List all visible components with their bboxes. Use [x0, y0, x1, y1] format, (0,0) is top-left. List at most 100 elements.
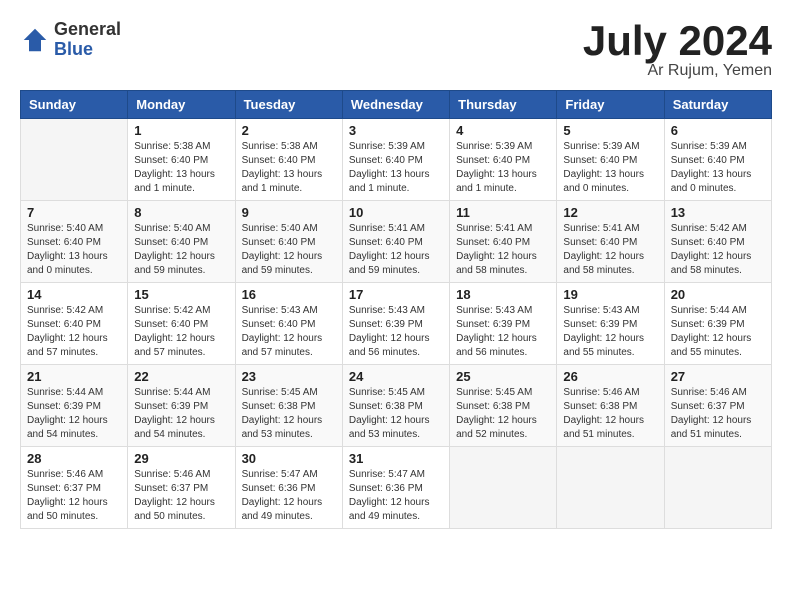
calendar-cell: 8Sunrise: 5:40 AM Sunset: 6:40 PM Daylig… [128, 201, 235, 283]
day-number: 28 [27, 451, 121, 466]
day-info: Sunrise: 5:44 AM Sunset: 6:39 PM Dayligh… [27, 386, 121, 442]
day-number: 30 [242, 451, 336, 466]
title-area: July 2024 Ar Rujum, Yemen [583, 20, 772, 80]
day-info: Sunrise: 5:46 AM Sunset: 6:38 PM Dayligh… [563, 386, 657, 442]
day-info: Sunrise: 5:42 AM Sunset: 6:40 PM Dayligh… [27, 304, 121, 360]
day-number: 6 [671, 123, 765, 138]
day-number: 3 [349, 123, 443, 138]
day-number: 26 [563, 369, 657, 384]
month-title: July 2024 [583, 20, 772, 62]
calendar-cell: 15 Sunrise: 5:42 AM Sunset: 6:40 PM Dayli… [128, 283, 235, 365]
day-number: 1 [134, 123, 228, 138]
day-number: 8 [134, 205, 228, 220]
calendar-cell: 10Sunrise: 5:41 AM Sunset: 6:40 PM Dayli… [342, 201, 449, 283]
day-header-wednesday: Wednesday [342, 91, 449, 119]
day-info: Sunrise: 5:43 AM Sunset: 6:39 PM Dayligh… [349, 304, 443, 360]
calendar-cell: 31 Sunrise: 5:47 AM Sunset: 6:36 PM Dayli… [342, 447, 449, 529]
day-number: 15 [134, 287, 228, 302]
day-info: Sunrise: 5:41 AM Sunset: 6:40 PM Dayligh… [349, 222, 443, 278]
logo-text: General Blue [54, 20, 121, 60]
logo-icon [20, 25, 50, 55]
calendar-cell [21, 119, 128, 201]
calendar-cell: 2 Sunrise: 5:38 AM Sunset: 6:40 PM Daylig… [235, 119, 342, 201]
day-info: Sunrise: 5:38 AM Sunset: 6:40 PM Dayligh… [242, 140, 336, 196]
day-info: Sunrise: 5:47 AM Sunset: 6:36 PM Dayligh… [349, 468, 443, 524]
day-number: 13 [671, 205, 765, 220]
day-info: Sunrise: 5:45 AM Sunset: 6:38 PM Dayligh… [349, 386, 443, 442]
calendar-cell [450, 447, 557, 529]
calendar-cell: 17 Sunrise: 5:43 AM Sunset: 6:39 PM Dayli… [342, 283, 449, 365]
day-number: 19 [563, 287, 657, 302]
calendar-cell: 3 Sunrise: 5:39 AM Sunset: 6:40 PM Daylig… [342, 119, 449, 201]
calendar-cell: 13Sunrise: 5:42 AM Sunset: 6:40 PM Dayli… [664, 201, 771, 283]
day-number: 18 [456, 287, 550, 302]
calendar-cell: 4Sunrise: 5:39 AM Sunset: 6:40 PM Daylig… [450, 119, 557, 201]
day-number: 11 [456, 205, 550, 220]
week-row-5: 28 Sunrise: 5:46 AM Sunset: 6:37 PM Dayli… [21, 447, 772, 529]
day-number: 7 [27, 205, 121, 220]
week-row-4: 21Sunrise: 5:44 AM Sunset: 6:39 PM Dayli… [21, 365, 772, 447]
calendar-cell: 19 Sunrise: 5:43 AM Sunset: 6:39 PM Dayli… [557, 283, 664, 365]
day-info: Sunrise: 5:44 AM Sunset: 6:39 PM Dayligh… [671, 304, 765, 360]
day-header-monday: Monday [128, 91, 235, 119]
day-header-friday: Friday [557, 91, 664, 119]
calendar-cell: 18 Sunrise: 5:43 AM Sunset: 6:39 PM Dayli… [450, 283, 557, 365]
day-header-thursday: Thursday [450, 91, 557, 119]
days-header-row: SundayMondayTuesdayWednesdayThursdayFrid… [21, 91, 772, 119]
day-number: 24 [349, 369, 443, 384]
week-row-1: 1 Sunrise: 5:38 AM Sunset: 6:40 PM Daylig… [21, 119, 772, 201]
logo: General Blue [20, 20, 121, 60]
calendar-cell: 24 Sunrise: 5:45 AM Sunset: 6:38 PM Dayli… [342, 365, 449, 447]
day-number: 23 [242, 369, 336, 384]
day-info: Sunrise: 5:40 AM Sunset: 6:40 PM Dayligh… [27, 222, 121, 278]
calendar-cell: 9Sunrise: 5:40 AM Sunset: 6:40 PM Daylig… [235, 201, 342, 283]
day-info: Sunrise: 5:41 AM Sunset: 6:40 PM Dayligh… [563, 222, 657, 278]
calendar-cell: 27 Sunrise: 5:46 AM Sunset: 6:37 PM Dayli… [664, 365, 771, 447]
day-header-tuesday: Tuesday [235, 91, 342, 119]
calendar-cell: 23 Sunrise: 5:45 AM Sunset: 6:38 PM Dayli… [235, 365, 342, 447]
day-header-saturday: Saturday [664, 91, 771, 119]
calendar-cell: 5 Sunrise: 5:39 AM Sunset: 6:40 PM Daylig… [557, 119, 664, 201]
calendar-cell: 12Sunrise: 5:41 AM Sunset: 6:40 PM Dayli… [557, 201, 664, 283]
day-info: Sunrise: 5:43 AM Sunset: 6:39 PM Dayligh… [563, 304, 657, 360]
calendar-cell: 25Sunrise: 5:45 AM Sunset: 6:38 PM Dayli… [450, 365, 557, 447]
day-number: 20 [671, 287, 765, 302]
day-info: Sunrise: 5:45 AM Sunset: 6:38 PM Dayligh… [242, 386, 336, 442]
day-info: Sunrise: 5:45 AM Sunset: 6:38 PM Dayligh… [456, 386, 550, 442]
day-number: 14 [27, 287, 121, 302]
day-info: Sunrise: 5:46 AM Sunset: 6:37 PM Dayligh… [671, 386, 765, 442]
day-number: 5 [563, 123, 657, 138]
day-info: Sunrise: 5:42 AM Sunset: 6:40 PM Dayligh… [134, 304, 228, 360]
calendar-cell: 21Sunrise: 5:44 AM Sunset: 6:39 PM Dayli… [21, 365, 128, 447]
week-row-3: 14 Sunrise: 5:42 AM Sunset: 6:40 PM Dayli… [21, 283, 772, 365]
day-info: Sunrise: 5:46 AM Sunset: 6:37 PM Dayligh… [27, 468, 121, 524]
day-number: 29 [134, 451, 228, 466]
day-info: Sunrise: 5:43 AM Sunset: 6:39 PM Dayligh… [456, 304, 550, 360]
day-number: 2 [242, 123, 336, 138]
week-row-2: 7 Sunrise: 5:40 AM Sunset: 6:40 PM Daylig… [21, 201, 772, 283]
calendar-cell: 6Sunrise: 5:39 AM Sunset: 6:40 PM Daylig… [664, 119, 771, 201]
logo-general: General [54, 20, 121, 40]
day-info: Sunrise: 5:41 AM Sunset: 6:40 PM Dayligh… [456, 222, 550, 278]
day-info: Sunrise: 5:38 AM Sunset: 6:40 PM Dayligh… [134, 140, 228, 196]
calendar-cell: 20 Sunrise: 5:44 AM Sunset: 6:39 PM Dayli… [664, 283, 771, 365]
day-number: 31 [349, 451, 443, 466]
calendar-body: 1 Sunrise: 5:38 AM Sunset: 6:40 PM Daylig… [21, 119, 772, 529]
calendar-header: SundayMondayTuesdayWednesdayThursdayFrid… [21, 91, 772, 119]
day-number: 4 [456, 123, 550, 138]
calendar-cell: 22Sunrise: 5:44 AM Sunset: 6:39 PM Dayli… [128, 365, 235, 447]
calendar-cell: 1 Sunrise: 5:38 AM Sunset: 6:40 PM Daylig… [128, 119, 235, 201]
day-info: Sunrise: 5:39 AM Sunset: 6:40 PM Dayligh… [563, 140, 657, 196]
calendar-cell: 28 Sunrise: 5:46 AM Sunset: 6:37 PM Dayli… [21, 447, 128, 529]
page-header: General Blue July 2024 Ar Rujum, Yemen [20, 20, 772, 80]
day-info: Sunrise: 5:43 AM Sunset: 6:40 PM Dayligh… [242, 304, 336, 360]
day-number: 27 [671, 369, 765, 384]
day-info: Sunrise: 5:44 AM Sunset: 6:39 PM Dayligh… [134, 386, 228, 442]
day-info: Sunrise: 5:46 AM Sunset: 6:37 PM Dayligh… [134, 468, 228, 524]
calendar-cell [557, 447, 664, 529]
calendar-table: SundayMondayTuesdayWednesdayThursdayFrid… [20, 90, 772, 529]
day-number: 17 [349, 287, 443, 302]
day-info: Sunrise: 5:39 AM Sunset: 6:40 PM Dayligh… [349, 140, 443, 196]
calendar-cell: 7 Sunrise: 5:40 AM Sunset: 6:40 PM Daylig… [21, 201, 128, 283]
calendar-cell: 16Sunrise: 5:43 AM Sunset: 6:40 PM Dayli… [235, 283, 342, 365]
